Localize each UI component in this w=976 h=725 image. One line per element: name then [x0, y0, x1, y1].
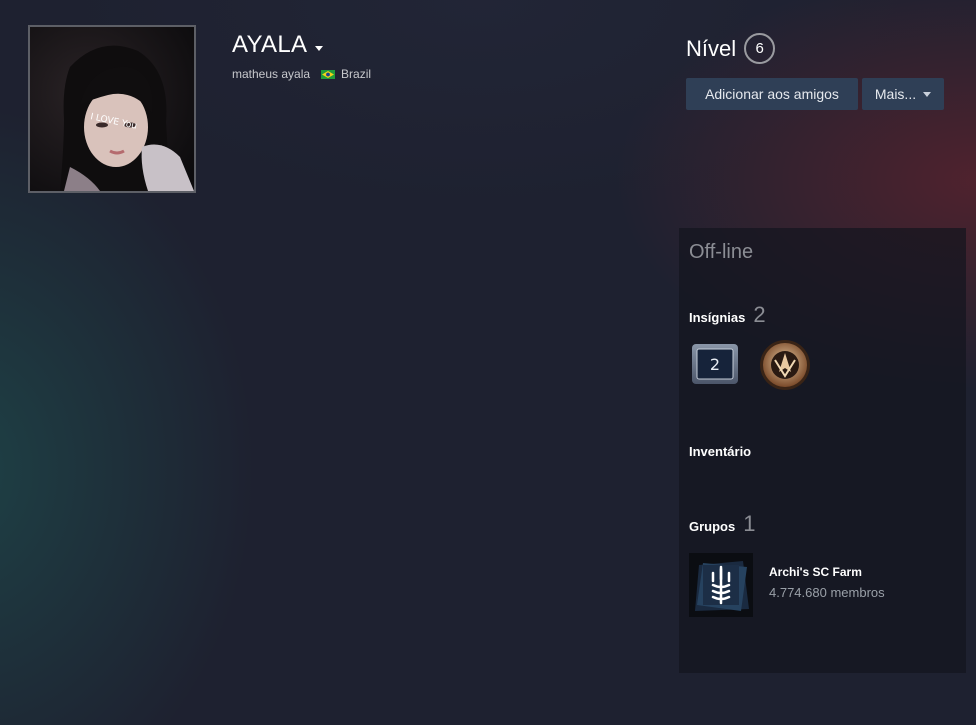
groups-header[interactable]: Grupos 1 [689, 511, 755, 537]
real-name: matheus ayala [232, 67, 311, 81]
chevron-down-icon [923, 91, 932, 97]
avatar-image: I LOVE You [30, 27, 194, 191]
profile-subinfo: matheus ayala Brazil [232, 67, 371, 81]
chevron-down-icon[interactable] [315, 45, 324, 51]
add-friend-label: Adicionar aos amigos [705, 86, 839, 102]
badges-count: 2 [753, 302, 766, 327]
brazil-flag-icon [321, 69, 336, 79]
profile-avatar[interactable]: I LOVE You [28, 25, 196, 193]
years-badge-value: 2 [710, 355, 720, 374]
groups-title: Grupos [689, 519, 736, 534]
persona-name: AYALA [232, 31, 308, 58]
add-friend-button[interactable]: Adicionar aos amigos [686, 78, 858, 110]
group-name[interactable]: Archi's SC Farm [769, 565, 862, 579]
groups-count: 1 [743, 511, 756, 536]
online-status: Off-line [689, 241, 754, 263]
level-badge[interactable]: 6 [744, 33, 776, 64]
persona-name-row[interactable]: AYALA [232, 31, 324, 59]
badges-title: Insígnias [689, 310, 746, 325]
years-badge-icon[interactable]: 2 [691, 343, 739, 385]
more-button[interactable]: Mais... [862, 78, 944, 110]
inventory-title: Inventário [689, 444, 752, 459]
level-label: Nível [686, 35, 737, 61]
group-avatar-icon[interactable] [689, 553, 753, 617]
level-display: Nível 6 [686, 33, 776, 64]
inventory-link[interactable]: Inventário [689, 444, 751, 459]
more-label: Mais... [874, 86, 917, 102]
country: Brazil [341, 67, 372, 81]
group-members: 4.774.680 membros [769, 585, 885, 600]
profile-sidebar: Off-line Insígnias 2 2 Inventário Grupos… [679, 228, 966, 673]
community-badge-icon[interactable] [758, 338, 812, 392]
badges-header[interactable]: Insígnias 2 [689, 302, 766, 328]
